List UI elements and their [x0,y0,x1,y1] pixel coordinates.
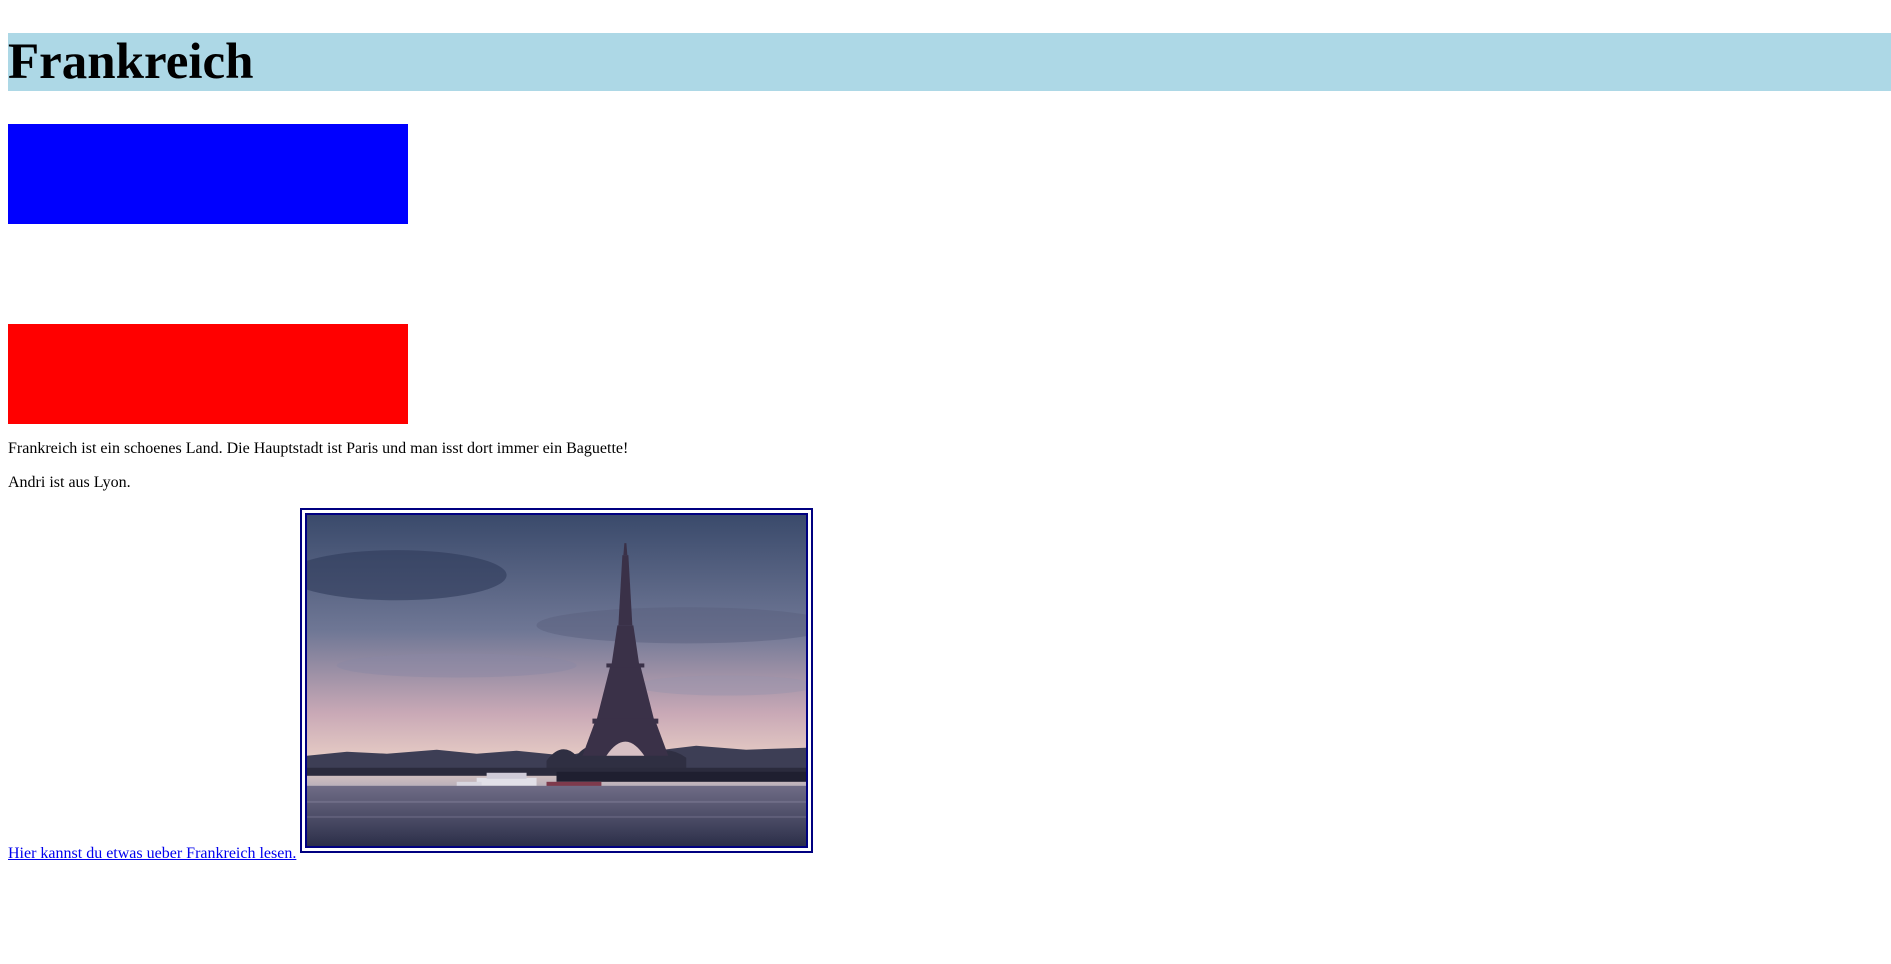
france-info-link[interactable]: Hier kannst du etwas ueber Frankreich le… [8,844,296,864]
page: Frankreich Frankreich ist ein schoenes L… [0,0,1891,964]
page-title: Frankreich [8,34,254,90]
lyon-paragraph: Andri ist aus Lyon. [8,474,131,491]
red-block [8,324,408,424]
eiffel-tower-image-link[interactable] [300,508,813,853]
intro-paragraph: Frankreich ist ein schoenes Land. Die Ha… [8,440,629,457]
eiffel-tower-photo [307,515,806,846]
header-banner: Frankreich [8,33,1891,91]
blue-block [8,124,408,224]
